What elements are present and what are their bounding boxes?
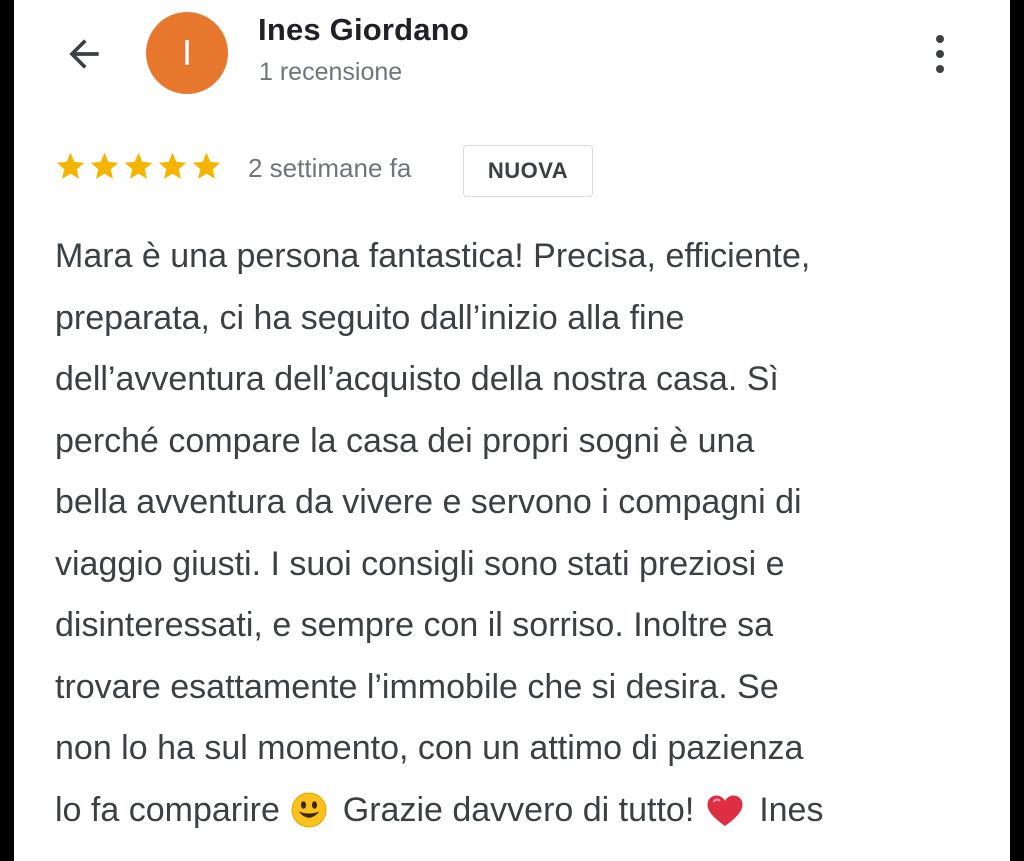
arrow-left-icon [69, 39, 99, 69]
review-line: disinteressati, e sempre con il sorriso.… [55, 606, 774, 644]
review-line: dell’avventura dell’acquisto della nostr… [55, 360, 779, 398]
more-options-button[interactable] [920, 24, 960, 84]
star-icon [192, 152, 221, 179]
avatar-letter: I [181, 32, 192, 73]
review-count: 1 recensione [259, 58, 403, 86]
review-line: Mara è una persona fantastica! Precisa, … [55, 237, 811, 275]
review-line: trovare esattamente l’immobile che si de… [55, 667, 779, 706]
star-icon [158, 152, 187, 179]
reviewer-name[interactable]: Ines Giordano [258, 12, 469, 48]
more-vert-icon-dot-3 [936, 65, 944, 73]
review-line: preparata, ci ha seguito dall’inizio all… [55, 298, 685, 337]
star-rating [54, 150, 223, 183]
review-text: Mara è una persona fantastica! Precisa, … [55, 226, 995, 841]
review-text-part: Grazie davvero di tutto! [342, 790, 695, 829]
back-button[interactable] [58, 28, 110, 80]
smiley-emoji-icon [291, 792, 327, 827]
star-icon [56, 152, 85, 179]
review-text-part: Ines [759, 790, 824, 829]
star-icon [90, 152, 119, 179]
review-line: bella avventura da vivere e servono i co… [55, 483, 802, 521]
review-line: non lo ha sul momento, con un attimo di … [55, 729, 804, 767]
review-line: perché compare la casa dei propri sogni … [55, 421, 755, 460]
review-date: 2 settimane fa [248, 153, 412, 183]
star-icon [124, 152, 153, 179]
review-line-last: lo fa comparire Grazie davvero di tutto!… [55, 780, 995, 842]
new-badge: NUOVA [463, 145, 593, 197]
review-card: I Ines Giordano 1 recensione 2 settimane… [14, 0, 1010, 861]
review-text-part: lo fa comparire [55, 790, 280, 829]
more-vert-icon-dot-2 [936, 50, 944, 58]
review-line: viaggio giusti. I suoi consigli sono sta… [55, 544, 785, 583]
avatar[interactable]: I [146, 12, 228, 94]
more-vert-icon-dot-1 [936, 35, 944, 43]
red-heart-emoji-icon [707, 795, 743, 826]
